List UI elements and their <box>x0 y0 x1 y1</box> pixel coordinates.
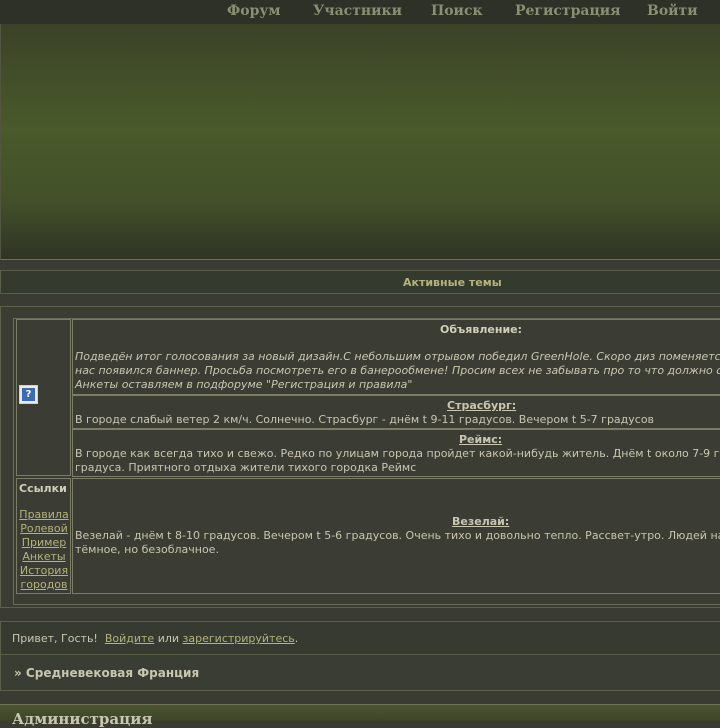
help-icon: ? <box>19 385 38 404</box>
link-cities[interactable]: городов <box>17 578 71 592</box>
nav-members[interactable]: Участники <box>313 3 402 19</box>
city-strasbourg-text: В городе слабый ветер 2 км/ч. Солнечно. … <box>75 413 655 426</box>
register-link[interactable]: зарегистрируйтесь <box>183 632 295 645</box>
announcement-text: Подведён итог голосования за новый дизай… <box>75 350 720 391</box>
links-list: Правила Ролевой Пример Анкеты История го… <box>17 508 71 592</box>
top-navigation: Форум Участники Поиск Регистрация Войти <box>0 0 720 24</box>
nav-forum[interactable]: Форум <box>227 3 281 19</box>
guest-greeting-bar: Привет, Гость! Войдите или зарегистрируй… <box>0 621 720 655</box>
links-header: Ссылки <box>19 482 67 495</box>
category-header: Администрация <box>0 704 720 728</box>
city-reims-text: В городе как всегда тихо и свежо. Редко … <box>75 447 720 474</box>
announcement-icon-cell: ? <box>16 319 71 476</box>
city-vezelay-text: Везелай - днём t 8-10 градусов. Вечером … <box>75 529 720 556</box>
announcement-title: Объявление: <box>440 323 523 336</box>
breadcrumb-text[interactable]: » Средневековая Франция <box>14 666 199 680</box>
city-reims-title[interactable]: Реймс: <box>459 433 502 446</box>
links-cell: Ссылки Правила Ролевой Пример Анкеты Ист… <box>16 478 71 594</box>
link-roleplay[interactable]: Ролевой <box>17 522 71 536</box>
link-rules[interactable]: Правила <box>17 508 71 522</box>
city-vezelay-title[interactable]: Везелай: <box>452 515 509 528</box>
header-banner <box>0 24 720 260</box>
city-reims-cell: Реймс: В городе как всегда тихо и свежо.… <box>72 429 720 477</box>
guest-greeting: Привет, Гость! Войдите или зарегистрируй… <box>12 632 299 645</box>
city-strasbourg-cell: Страсбург: В городе слабый ветер 2 км/ч.… <box>72 395 720 429</box>
link-profiles[interactable]: Анкеты <box>17 550 71 564</box>
link-example[interactable]: Пример <box>17 536 71 550</box>
breadcrumb: » Средневековая Франция <box>0 655 720 691</box>
announcement-cell: Объявление: Подведён итог голосования за… <box>72 319 720 395</box>
nav-register[interactable]: Регистрация <box>515 3 621 19</box>
category-title[interactable]: Администрация <box>12 710 152 728</box>
nav-login[interactable]: Войти <box>647 3 698 19</box>
announcement-section: ? Объявление: Подведён итог голосования … <box>0 306 720 608</box>
active-topics-label[interactable]: Активные темы <box>403 276 502 289</box>
announcement-table: ? Объявление: Подведён итог голосования … <box>13 318 720 605</box>
city-vezelay-cell: Везелай: Везелай - днём t 8-10 градусов.… <box>72 478 720 594</box>
login-link[interactable]: Войдите <box>105 632 154 645</box>
city-strasbourg-title[interactable]: Страсбург: <box>447 399 516 412</box>
nav-search[interactable]: Поиск <box>431 3 483 19</box>
active-topics-bar[interactable]: Активные темы <box>0 270 720 294</box>
link-history[interactable]: История <box>17 564 71 578</box>
